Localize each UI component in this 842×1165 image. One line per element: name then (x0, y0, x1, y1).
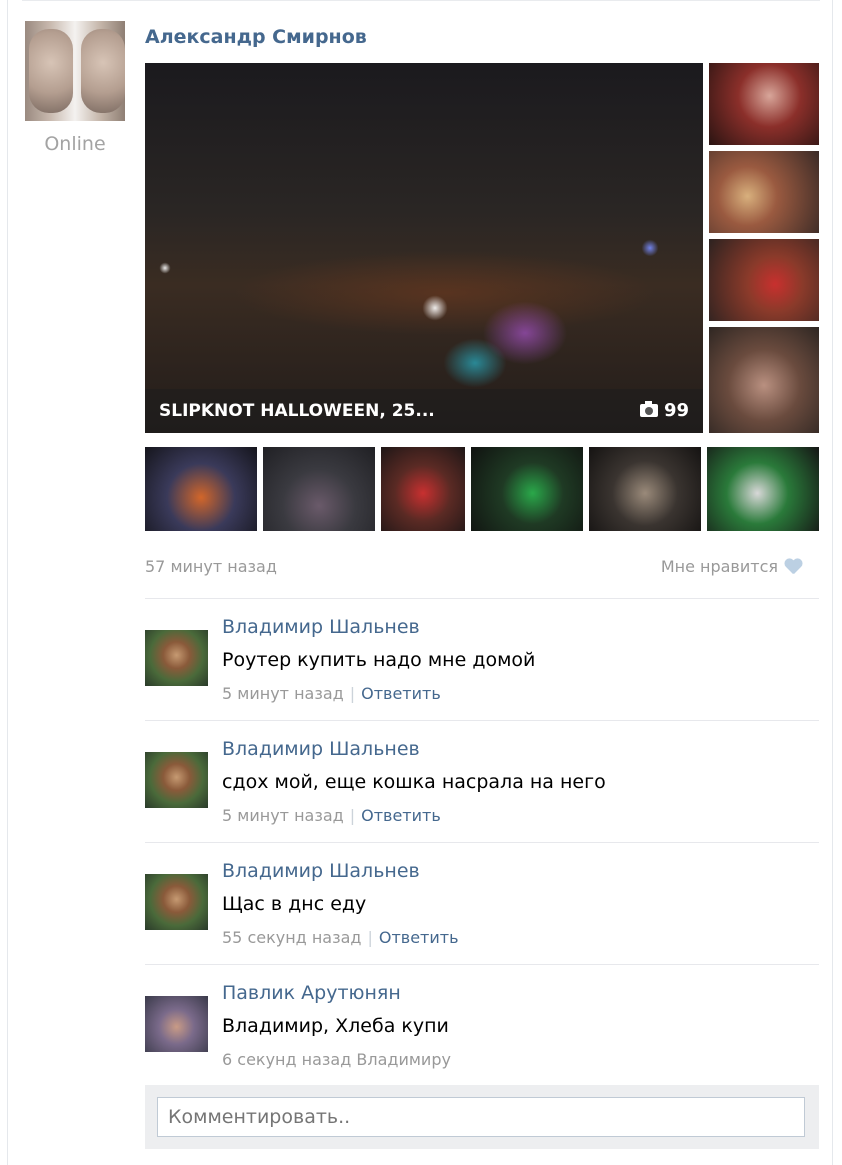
album-cover-photo[interactable]: SLIPKNOT HALLOWEEN, 25... 99 (145, 63, 703, 433)
post-author-link[interactable]: Александр Смирнов (145, 26, 367, 48)
album-caption-bar: SLIPKNOT HALLOWEEN, 25... 99 (145, 389, 703, 433)
album-thumbnail[interactable] (263, 447, 375, 531)
author-avatar[interactable] (25, 21, 125, 121)
comment-box (145, 1085, 819, 1149)
meta-separator: | (367, 928, 373, 947)
avatar-face-right (81, 29, 125, 113)
commenter-avatar[interactable] (145, 874, 208, 930)
comment-text: Роутер купить надо мне домой (222, 649, 536, 671)
album-photo-count: 99 (639, 400, 689, 421)
comment-meta: 55 секунд назад | Ответить (222, 928, 459, 947)
reply-link[interactable]: Ответить (361, 684, 441, 703)
comment-time[interactable]: 5 минут назад (222, 806, 344, 825)
meta-separator: | (349, 684, 356, 703)
comment-time[interactable]: 55 секунд назад (222, 928, 361, 947)
comment-meta: 5 минут назад | Ответить (222, 684, 441, 703)
comment-text: сдох мой, еще кошка насрала на него (222, 771, 606, 793)
commenter-name-link[interactable]: Павлик Арутюнян (222, 982, 401, 1004)
online-status: Online (44, 133, 106, 155)
album-thumbnail[interactable] (709, 239, 819, 321)
comment-text: Владимир, Хлеба купи (222, 1015, 449, 1037)
comment-input[interactable] (157, 1097, 805, 1137)
heart-icon (784, 559, 802, 575)
comment-item: Владимир Шальнев Роутер купить надо мне … (145, 598, 819, 703)
avatar-face-left (29, 29, 73, 113)
album-title: SLIPKNOT HALLOWEEN, 25... (159, 401, 435, 421)
comment-item: Владимир Шальнев сдох мой, еще кошка нас… (145, 720, 819, 825)
album-thumbnail[interactable] (707, 447, 819, 531)
comment-meta: 6 секунд назад Владимиру (222, 1050, 451, 1069)
commenter-avatar[interactable] (145, 752, 208, 808)
comment-meta: 5 минут назад | Ответить (222, 806, 441, 825)
post-timestamp[interactable]: 57 минут назад (145, 557, 277, 576)
like-label: Мне нравится (660, 557, 778, 576)
comment-time[interactable]: 6 секунд назад Владимиру (222, 1050, 451, 1069)
comment-text: Щас в днс еду (222, 893, 367, 915)
commenter-name-link[interactable]: Владимир Шальнев (222, 738, 420, 760)
album-thumbnail[interactable] (381, 447, 465, 531)
commenter-avatar[interactable] (145, 996, 208, 1052)
like-button[interactable]: Мне нравится (661, 557, 802, 576)
reply-link[interactable]: Ответить (379, 928, 459, 947)
album-thumbnail[interactable] (471, 447, 583, 531)
album-thumbnail[interactable] (709, 151, 819, 233)
comment-time[interactable]: 5 минут назад (222, 684, 344, 703)
reply-link[interactable]: Ответить (361, 806, 441, 825)
comment-item: Владимир Шальнев Щас в днс еду 55 секунд… (145, 842, 819, 947)
camera-icon (639, 401, 658, 417)
top-divider (22, 0, 820, 1)
meta-separator: | (349, 806, 356, 825)
comment-item: Павлик Арутюнян Владимир, Хлеба купи 6 с… (145, 964, 819, 1069)
commenter-name-link[interactable]: Владимир Шальнев (222, 860, 420, 882)
album-thumbnail[interactable] (709, 63, 819, 145)
commenter-name-link[interactable]: Владимир Шальнев (222, 616, 420, 638)
album-thumbnail[interactable] (709, 327, 819, 433)
album-thumbnail[interactable] (145, 447, 257, 531)
album-thumbnail[interactable] (589, 447, 701, 531)
album-count-value: 99 (663, 400, 689, 421)
commenter-avatar[interactable] (145, 630, 208, 686)
